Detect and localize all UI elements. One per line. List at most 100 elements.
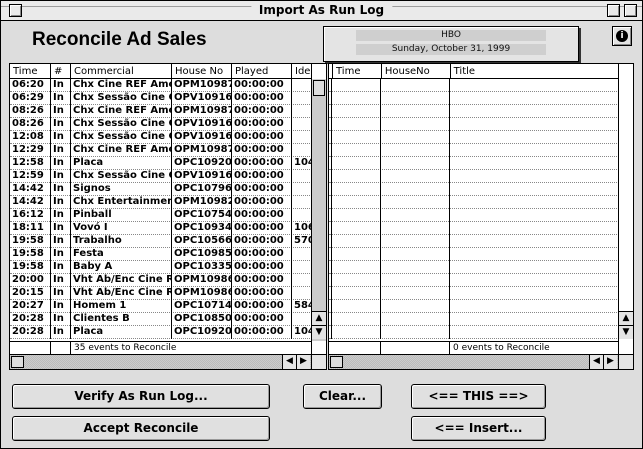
left-horizontal-scrollbar[interactable]: ◀ ▶: [10, 354, 326, 369]
table-cell: Vht Ab/Enc Cine R: [73, 274, 172, 287]
table-cell: OPC10754: [174, 209, 232, 222]
table-cell: 14:42: [10, 196, 51, 209]
table-cell: OPM10987: [174, 79, 232, 92]
table-row[interactable]: 19:58 In Baby A OPC10335 00:00:00: [10, 261, 312, 274]
scroll-left-icon[interactable]: ◀: [282, 355, 296, 369]
table-row[interactable]: [329, 326, 619, 339]
table-row[interactable]: 16:12 In Pinball OPC10754 00:00:00: [10, 209, 312, 222]
table-cell: 06:29: [10, 92, 51, 105]
right-vertical-scrollbar[interactable]: ▲ ▼: [618, 79, 633, 341]
table-row[interactable]: [329, 105, 619, 118]
column-header[interactable]: Commercial: [71, 64, 172, 79]
table-row[interactable]: 19:58InTrabalhoOPC1056600:00:00570: [10, 235, 312, 248]
table-cell: [292, 183, 312, 196]
table-row[interactable]: 08:26 In Chx Cine REF Ame OPM10987 00:00:00: [10, 105, 312, 118]
table-row[interactable]: [329, 287, 619, 300]
scroll-thumb[interactable]: [313, 80, 325, 96]
scroll-left-icon[interactable]: ◀: [589, 355, 603, 369]
table-row[interactable]: [329, 131, 619, 144]
table-cell: [292, 248, 312, 261]
table-row[interactable]: 20:15 In Vht Ab/Enc Cine R OPM10986 00:00:00: [10, 287, 312, 300]
table-row[interactable]: [329, 170, 619, 183]
table-row[interactable]: [329, 248, 619, 261]
this-button[interactable]: <== THIS ==>: [411, 384, 546, 409]
table-row[interactable]: 12:58InPlacaOPC1092000:00:00104: [10, 157, 312, 170]
table-cell: In: [51, 326, 71, 339]
left-vertical-scrollbar[interactable]: ▲ ▼: [311, 79, 326, 341]
table-cell: Chx Sessão Cine C: [73, 92, 172, 105]
table-cell: In: [51, 287, 71, 300]
column-header[interactable]: Title: [451, 64, 620, 79]
table-row[interactable]: [329, 274, 619, 287]
table-row[interactable]: [329, 183, 619, 196]
accept-reconcile-button[interactable]: Accept Reconcile: [12, 416, 270, 441]
scroll-thumb[interactable]: [330, 356, 343, 368]
table-row[interactable]: 20:28InPlacaOPC1092000:00:00104: [10, 326, 312, 339]
table-row[interactable]: [329, 209, 619, 222]
table-row[interactable]: [329, 235, 619, 248]
right-horizontal-scrollbar[interactable]: ◀ ▶: [329, 354, 633, 369]
scroll-right-icon[interactable]: ▶: [603, 355, 617, 369]
table-cell: OPC10985: [174, 248, 232, 261]
table-cell: 19:58: [10, 235, 51, 248]
table-cell: In: [51, 248, 71, 261]
column-header[interactable]: Time: [333, 64, 382, 79]
table-cell: Baby A: [71, 261, 172, 274]
table-row[interactable]: [329, 144, 619, 157]
table-cell: 00:00:00: [232, 183, 292, 196]
table-cell: [381, 92, 450, 105]
table-cell: [450, 118, 619, 131]
verify-as-run-log-button[interactable]: Verify As Run Log...: [12, 384, 270, 409]
column-header[interactable]: Played: [232, 64, 292, 79]
table-cell: [332, 196, 381, 209]
column-header[interactable]: Time: [10, 64, 51, 79]
scroll-down-icon[interactable]: ▼: [619, 325, 633, 339]
column-header[interactable]: #: [51, 64, 71, 79]
scroll-up-icon[interactable]: ▲: [312, 311, 326, 325]
table-row[interactable]: 06:29 In Chx Sessão Cine C OPV10916 00:00:00: [10, 92, 312, 105]
table-row[interactable]: 20:28 In Clientes B OPC10850 00:00:00: [10, 313, 312, 326]
title-bar[interactable]: Import As Run Log: [1, 1, 642, 21]
table-row[interactable]: 20:00 In Vht Ab/Enc Cine R OPM10986 00:00:00: [10, 274, 312, 287]
table-row[interactable]: [329, 261, 619, 274]
table-cell: Chx Sessão Cine C: [73, 118, 172, 131]
table-row[interactable]: 19:58 In Festa OPC10985 00:00:00: [10, 248, 312, 261]
column-header[interactable]: Ider: [292, 64, 312, 79]
zoom-box-icon[interactable]: [607, 4, 620, 17]
table-row[interactable]: [329, 313, 619, 326]
table-cell: [292, 170, 312, 183]
table-row[interactable]: [329, 92, 619, 105]
table-cell: OPM10982: [174, 196, 232, 209]
table-row[interactable]: 12:08 In Chx Sessão Cine C OPV10916 00:00:00: [10, 131, 312, 144]
table-row[interactable]: 06:20 In Chx Cine REF Ame OPM10987 00:00:00: [10, 79, 312, 92]
scroll-up-icon[interactable]: ▲: [619, 311, 633, 325]
table-row[interactable]: 14:42 In Signos OPC10796 00:00:00: [10, 183, 312, 196]
table-row[interactable]: [329, 300, 619, 313]
column-header[interactable]: House No: [172, 64, 232, 79]
table-cell: 08:26: [10, 118, 51, 131]
info-button[interactable]: i: [612, 26, 632, 46]
table-row[interactable]: [329, 118, 619, 131]
collapse-box-icon[interactable]: [624, 4, 637, 17]
scroll-down-icon[interactable]: ▼: [312, 325, 326, 339]
table-cell: 20:28: [10, 313, 51, 326]
table-row[interactable]: [329, 79, 619, 92]
scroll-thumb[interactable]: [11, 356, 24, 368]
table-row[interactable]: 18:11InVovó IOPC1093400:00:00106: [10, 222, 312, 235]
table-row[interactable]: 12:59 In Chx Sessão Cine C OPV10916 00:00:00: [10, 170, 312, 183]
table-row[interactable]: [329, 222, 619, 235]
table-cell: In: [51, 274, 71, 287]
table-row[interactable]: 14:42 In Chx Entertainment OPM10982 00:00:00: [10, 196, 312, 209]
table-row[interactable]: [329, 196, 619, 209]
table-row[interactable]: [329, 157, 619, 170]
scroll-right-icon[interactable]: ▶: [296, 355, 310, 369]
table-row[interactable]: 20:27InHomem 1OPC1071400:00:00584: [10, 300, 312, 313]
insert-button[interactable]: <== Insert...: [411, 416, 546, 441]
column-header[interactable]: HouseNo: [382, 64, 451, 79]
page-title: Reconcile Ad Sales: [32, 29, 207, 50]
table-row[interactable]: 08:26 In Chx Sessão Cine C OPV10916 00:00:00: [10, 118, 312, 131]
clear-button[interactable]: Clear...: [303, 384, 382, 409]
close-box-icon[interactable]: [9, 4, 22, 17]
table-row[interactable]: 12:29 In Chx Cine REF Ame OPM10987 00:00:00: [10, 144, 312, 157]
table-cell: [450, 326, 619, 339]
